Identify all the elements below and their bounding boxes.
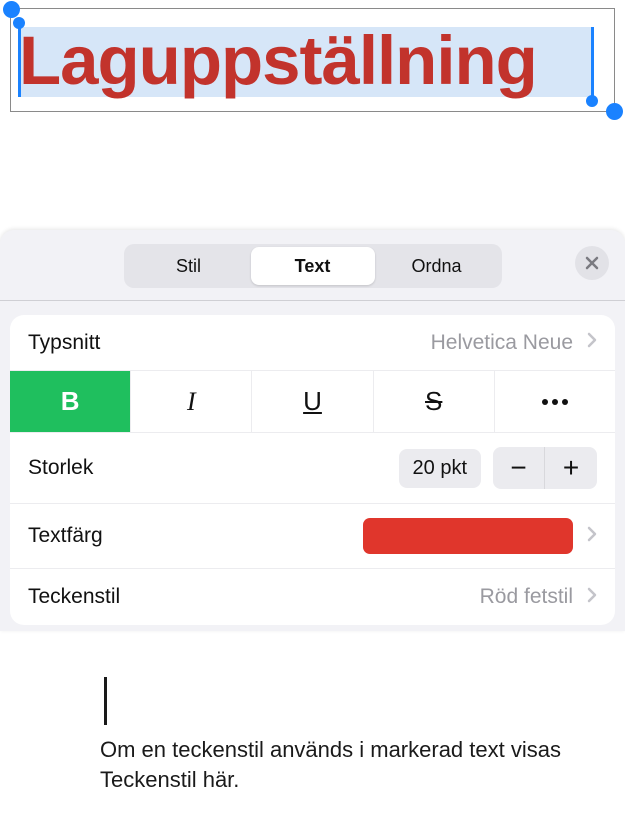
text-style-buttons: B I U S bbox=[10, 371, 615, 433]
size-increase-button[interactable]: + bbox=[545, 447, 597, 489]
text-content[interactable]: Laguppställning bbox=[19, 21, 537, 100]
strikethrough-button[interactable]: S bbox=[374, 371, 495, 432]
text-box[interactable]: Laguppställning bbox=[10, 8, 615, 112]
close-button[interactable] bbox=[575, 246, 609, 280]
italic-button[interactable]: I bbox=[131, 371, 252, 432]
size-stepper: − + bbox=[493, 447, 597, 489]
size-decrease-button[interactable]: − bbox=[493, 447, 545, 489]
size-controls: 20 pkt − + bbox=[399, 447, 597, 489]
chevron-right-icon bbox=[587, 525, 597, 548]
text-color-value bbox=[363, 518, 597, 554]
size-row: Storlek 20 pkt − + bbox=[10, 433, 615, 504]
tab-style[interactable]: Stil bbox=[127, 247, 251, 285]
character-style-row[interactable]: Teckenstil Röd fetstil bbox=[10, 569, 615, 625]
size-label: Storlek bbox=[28, 456, 93, 480]
underline-button[interactable]: U bbox=[252, 371, 373, 432]
text-color-label: Textfärg bbox=[28, 524, 103, 548]
character-style-value-text: Röd fetstil bbox=[480, 585, 573, 609]
selection-caret-end[interactable] bbox=[591, 27, 594, 97]
text-box-container: Laguppställning bbox=[0, 0, 625, 112]
format-card: Typsnitt Helvetica Neue B I U S Storlek … bbox=[10, 315, 615, 625]
ellipsis-icon bbox=[541, 398, 569, 406]
chevron-right-icon bbox=[587, 331, 597, 354]
character-style-label: Teckenstil bbox=[28, 585, 120, 609]
font-row[interactable]: Typsnitt Helvetica Neue bbox=[10, 315, 615, 371]
font-value-text: Helvetica Neue bbox=[431, 331, 573, 355]
font-value: Helvetica Neue bbox=[431, 331, 597, 355]
character-style-value: Röd fetstil bbox=[480, 585, 597, 609]
color-swatch[interactable] bbox=[363, 518, 573, 554]
callout-line bbox=[104, 677, 107, 725]
selection-caret-start[interactable] bbox=[18, 27, 21, 97]
close-icon bbox=[585, 256, 599, 270]
format-panel: Stil Text Ordna Typsnitt Helvetica Neue … bbox=[0, 230, 625, 631]
bold-button[interactable]: B bbox=[10, 371, 131, 432]
tab-text[interactable]: Text bbox=[251, 247, 375, 285]
tab-arrange[interactable]: Ordna bbox=[375, 247, 499, 285]
selection-handle-top-left[interactable] bbox=[3, 1, 20, 18]
size-value-box[interactable]: 20 pkt bbox=[399, 449, 481, 488]
text-color-row[interactable]: Textfärg bbox=[10, 504, 615, 569]
font-label: Typsnitt bbox=[28, 331, 100, 355]
segmented-control: Stil Text Ordna bbox=[124, 244, 502, 288]
callout-text: Om en teckenstil används i markerad text… bbox=[100, 735, 580, 794]
selection-handle-bottom-right[interactable] bbox=[606, 103, 623, 120]
more-options-button[interactable] bbox=[495, 371, 615, 432]
panel-header: Stil Text Ordna bbox=[0, 230, 625, 301]
chevron-right-icon bbox=[587, 586, 597, 609]
